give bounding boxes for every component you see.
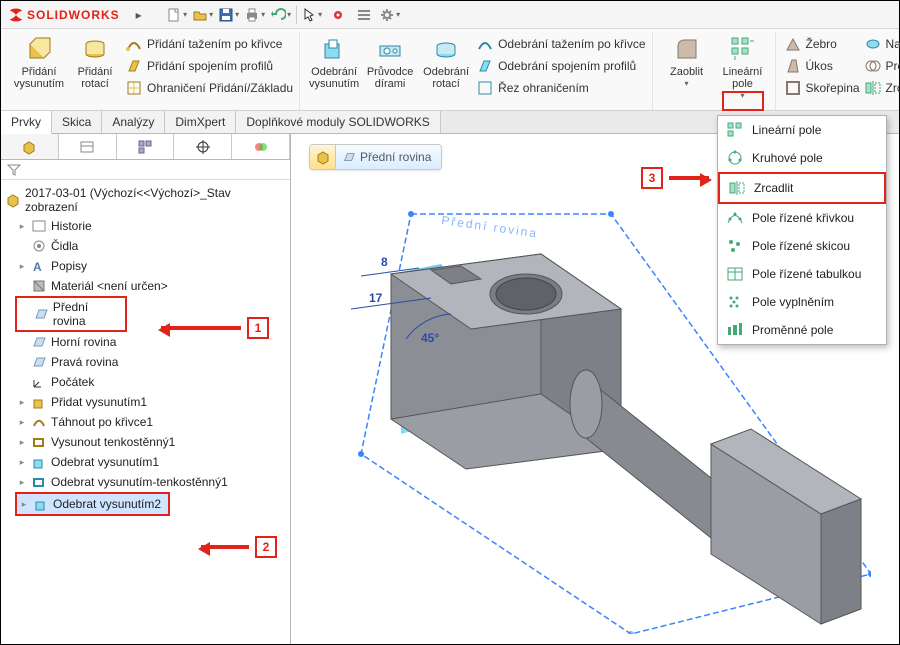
tree-sensors[interactable]: Čidla: [15, 236, 288, 256]
sweep-cut-button[interactable]: Odebrání tažením po křivce: [474, 34, 647, 54]
title-bar: SOLIDWORKS ▸ ▾ ▾ ▾ ▾ ▾ ▾ ▾: [1, 1, 899, 29]
panel-tab-config[interactable]: [117, 134, 175, 159]
tab-doplnky[interactable]: Doplňkové moduly SOLIDWORKS: [236, 111, 440, 133]
panel-tab-feature[interactable]: [1, 134, 59, 159]
expand-icon[interactable]: ▸: [128, 4, 150, 26]
tab-prvky[interactable]: Prvky: [1, 111, 52, 134]
save-icon[interactable]: ▾: [218, 4, 240, 26]
loft-cut-button[interactable]: Odebrání spojením profilů: [474, 56, 647, 76]
sweep-boss-button[interactable]: Přidání tažením po křivce: [123, 34, 295, 54]
tree-root[interactable]: 2017-03-01 (Výchozí<<Výchozí>_Stav zobra…: [3, 184, 288, 216]
extrude-cut-button[interactable]: Odebrání vysunutím: [306, 32, 362, 90]
extrude-boss-button[interactable]: Přidání vysunutím: [11, 32, 67, 90]
svg-text:A: A: [33, 260, 42, 274]
part-icon: [310, 145, 336, 169]
new-icon[interactable]: ▾: [166, 4, 188, 26]
quick-access-toolbar: ▾ ▾ ▾ ▾ ▾ ▾ ▾: [166, 4, 401, 26]
select-icon[interactable]: ▾: [301, 4, 323, 26]
hole-wizard-button[interactable]: Průvodce dírami: [362, 32, 418, 90]
callout-2: 2: [201, 536, 277, 558]
settings-icon[interactable]: ▾: [379, 4, 401, 26]
undo-icon[interactable]: ▾: [270, 4, 292, 26]
dd-table-pattern[interactable]: Pole řízené tabulkou: [718, 260, 886, 288]
dd-fill-pattern[interactable]: Pole vyplněním: [718, 288, 886, 316]
rib-button[interactable]: Žebro: [782, 34, 862, 54]
linear-pattern-button[interactable]: Lineární pole▾: [715, 32, 771, 101]
tree-f6[interactable]: ▸Odebrat vysunutím2: [15, 492, 170, 516]
open-icon[interactable]: ▾: [192, 4, 214, 26]
dd-circular-pattern[interactable]: Kruhové pole: [718, 144, 886, 172]
tree-f2[interactable]: ▸Táhnout po křivce1: [15, 412, 288, 432]
dd-linear-pattern[interactable]: Lineární pole: [718, 116, 886, 144]
breadcrumb-label: Přední rovina: [360, 150, 431, 164]
svg-text:45°: 45°: [421, 331, 439, 345]
shell-button[interactable]: Skořepina: [782, 78, 862, 98]
tree-f4[interactable]: ▸Odebrat vysunutím1: [15, 452, 288, 472]
draft-button[interactable]: Úkos: [782, 56, 862, 76]
tree-filter[interactable]: [1, 160, 290, 180]
print-icon[interactable]: ▾: [244, 4, 266, 26]
pattern-dropdown: Lineární pole Kruhové pole Zrcadlit Pole…: [717, 115, 887, 345]
tree-f1[interactable]: ▸Přidat vysunutím1: [15, 392, 288, 412]
tree-annotations[interactable]: ▸APopisy: [15, 256, 288, 276]
dd-curve-pattern[interactable]: Pole řízené křivkou: [718, 204, 886, 232]
tree-history[interactable]: ▸Historie: [15, 216, 288, 236]
dd-variable-pattern[interactable]: Proměnné pole: [718, 316, 886, 344]
feature-tree: 2017-03-01 (Výchozí<<Výchozí>_Stav zobra…: [1, 180, 290, 520]
rebuild-icon[interactable]: [327, 4, 349, 26]
tree-right-plane[interactable]: Pravá rovina: [15, 352, 288, 372]
mirror-button[interactable]: Zrcadlit: [862, 78, 900, 98]
boundary-cut-button[interactable]: Řez ohraničením: [474, 78, 647, 98]
tree-front-plane[interactable]: Přední rovina: [15, 296, 127, 332]
panel-tab-display[interactable]: [232, 134, 290, 159]
tree-origin[interactable]: Počátek: [15, 372, 288, 392]
tab-skica[interactable]: Skica: [52, 111, 102, 133]
dd-mirror[interactable]: Zrcadlit: [718, 172, 886, 204]
svg-text:17: 17: [369, 291, 383, 305]
tree-f3[interactable]: ▸Vysunout tenkostěnný1: [15, 432, 288, 452]
svg-text:8: 8: [381, 255, 388, 269]
intersect-button[interactable]: Protnout: [862, 56, 900, 76]
callout-3: 3: [641, 167, 709, 189]
svg-text:Přední rovina: Přední rovina: [441, 213, 539, 240]
boundary-boss-button[interactable]: Ohraničení Přidání/Základu: [123, 78, 295, 98]
feature-manager-panel: 2017-03-01 (Výchozí<<Výchozí>_Stav zobra…: [1, 134, 291, 644]
solidworks-logo: SOLIDWORKS: [7, 6, 120, 24]
wrap-button[interactable]: Nabalit: [862, 34, 900, 54]
tree-material[interactable]: Materiál <není určen>: [15, 276, 288, 296]
fillet-button[interactable]: Zaoblit▾: [659, 32, 715, 89]
panel-tab-property[interactable]: [59, 134, 117, 159]
revolve-cut-button[interactable]: Odebrání rotací: [418, 32, 474, 90]
ribbon: Přidání vysunutím Přidání rotací Přidání…: [1, 29, 899, 111]
loft-boss-button[interactable]: Přidání spojením profilů: [123, 56, 295, 76]
callout-1: 1: [161, 317, 269, 339]
options-list-icon[interactable]: [353, 4, 375, 26]
dd-sketch-pattern[interactable]: Pole řízené skicou: [718, 232, 886, 260]
panel-tab-dim[interactable]: [174, 134, 232, 159]
tree-f5[interactable]: ▸Odebrat vysunutím-tenkostěnný1: [15, 472, 288, 492]
revolve-boss-button[interactable]: Přidání rotací: [67, 32, 123, 90]
tab-analyzy[interactable]: Analýzy: [102, 111, 165, 133]
tab-dimxpert[interactable]: DimXpert: [165, 111, 236, 133]
breadcrumb[interactable]: Přední rovina: [309, 144, 442, 170]
